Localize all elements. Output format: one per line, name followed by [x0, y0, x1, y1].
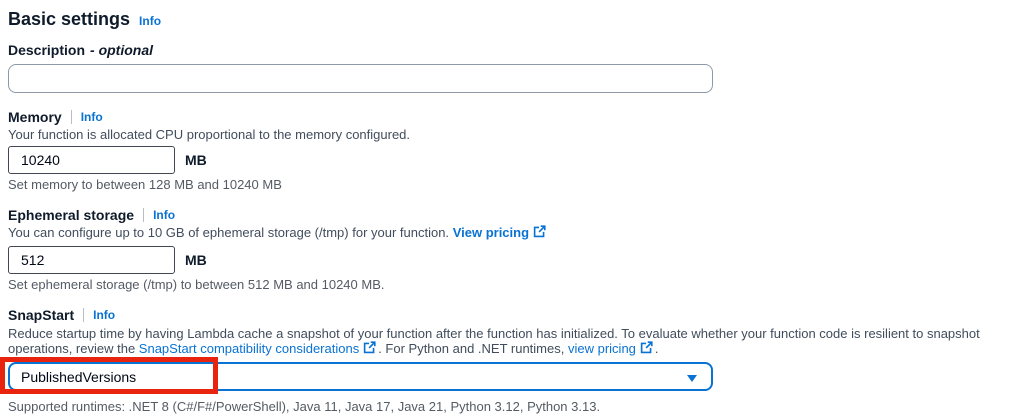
snapstart-select-wrap: PublishedVersions — [8, 362, 713, 391]
memory-label-row: Memory Info — [8, 109, 1020, 125]
page-title: Basic settings — [8, 9, 130, 29]
basic-settings-panel: Basic settings Info Description - option… — [0, 0, 1034, 415]
ephemeral-info-link[interactable]: Info — [153, 207, 175, 223]
description-optional-label: - optional — [90, 42, 153, 58]
snapstart-label-row: SnapStart Info — [8, 307, 1020, 323]
label-divider — [83, 308, 84, 322]
memory-input-row: MB — [8, 146, 1020, 174]
basic-settings-info-link[interactable]: Info — [139, 14, 161, 28]
memory-unit-label: MB — [185, 152, 207, 168]
snapstart-description: Reduce startup time by having Lambda cac… — [8, 326, 1020, 357]
snapstart-description-text-2: . For Python and .NET runtimes, — [378, 341, 568, 356]
ephemeral-constraint-text: Set ephemeral storage (/tmp) to between … — [8, 277, 1020, 293]
description-input[interactable] — [8, 64, 713, 93]
ephemeral-input-row: MB — [8, 246, 1020, 274]
memory-section: Memory Info Your function is allocated C… — [8, 109, 1020, 193]
snapstart-select[interactable]: PublishedVersions — [8, 362, 713, 391]
ephemeral-description: You can configure up to 10 GB of ephemer… — [8, 225, 1020, 242]
label-divider — [71, 110, 72, 124]
caret-down-icon — [687, 375, 697, 382]
ephemeral-unit-label: MB — [185, 252, 207, 268]
memory-input[interactable] — [8, 146, 175, 174]
external-link-icon — [363, 341, 376, 357]
description-label: Description — [8, 42, 85, 58]
memory-description: Your function is allocated CPU proportio… — [8, 127, 1020, 143]
snapstart-constraint-text: Supported runtimes: .NET 8 (C#/F#/PowerS… — [8, 399, 1020, 415]
ephemeral-description-text: You can configure up to 10 GB of ephemer… — [8, 225, 449, 240]
snapstart-label: SnapStart — [8, 307, 74, 323]
snapstart-info-link[interactable]: Info — [93, 307, 115, 323]
memory-label: Memory — [8, 109, 62, 125]
view-pricing-link[interactable]: View pricing — [453, 225, 548, 240]
snapstart-compatibility-link[interactable]: SnapStart compatibility considerations — [139, 341, 378, 356]
snapstart-section: SnapStart Info Reduce startup time by ha… — [8, 307, 1020, 415]
ephemeral-storage-label: Ephemeral storage — [8, 207, 134, 223]
memory-info-link[interactable]: Info — [81, 109, 103, 125]
ephemeral-storage-input[interactable] — [8, 246, 175, 274]
external-link-icon — [640, 341, 653, 357]
label-divider — [143, 208, 144, 222]
memory-constraint-text: Set memory to between 128 MB and 10240 M… — [8, 177, 1020, 193]
description-label-row: Description - optional — [8, 42, 1020, 58]
snapstart-view-pricing-link[interactable]: view pricing — [568, 341, 655, 356]
snapstart-selected-value: PublishedVersions — [21, 369, 136, 385]
ephemeral-label-row: Ephemeral storage Info — [8, 207, 1020, 223]
snapstart-description-text-3: . — [655, 341, 659, 356]
external-link-icon — [533, 225, 546, 242]
page-heading: Basic settings Info — [8, 9, 1020, 29]
ephemeral-storage-section: Ephemeral storage Info You can configure… — [8, 207, 1020, 293]
description-section: Description - optional — [8, 42, 1020, 93]
